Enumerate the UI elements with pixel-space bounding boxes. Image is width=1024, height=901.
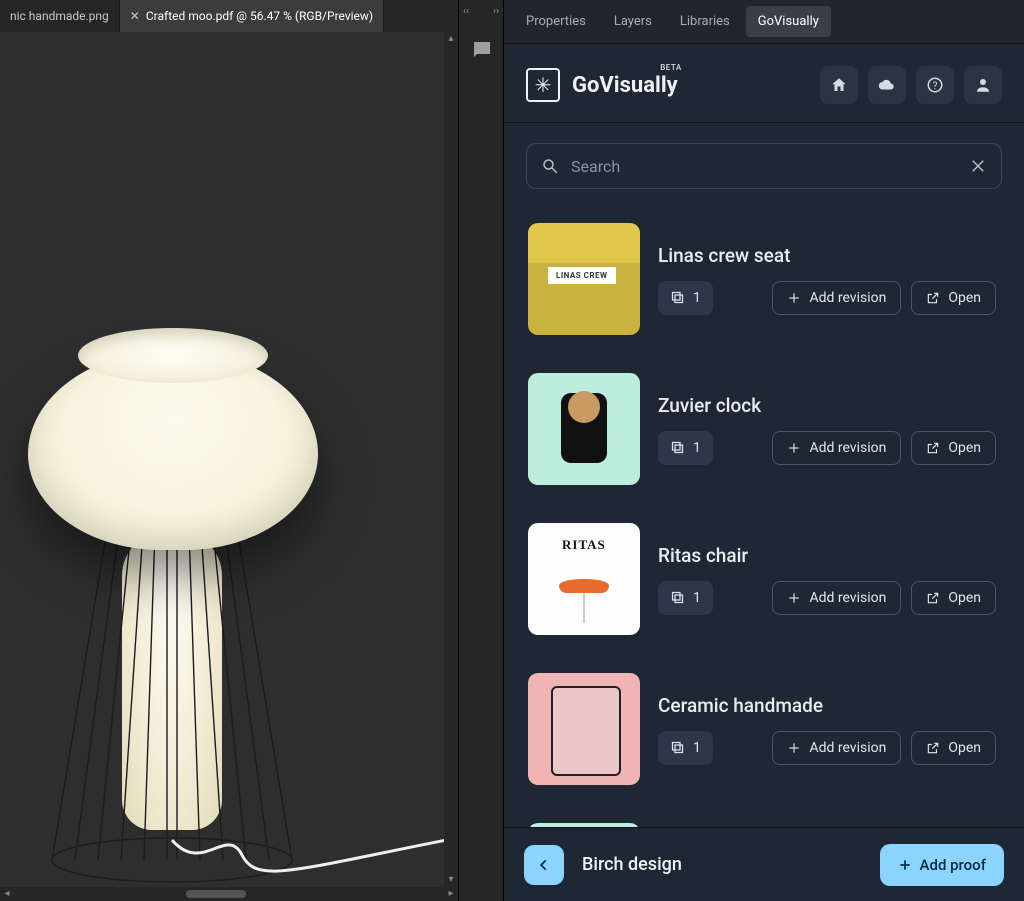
revision-count: 1 bbox=[658, 431, 713, 465]
panel-tabs: Properties Layers Libraries GoVisually bbox=[504, 0, 1024, 44]
scroll-thumb[interactable] bbox=[186, 890, 246, 898]
beta-badge: BETA bbox=[660, 63, 682, 72]
stack-icon bbox=[670, 290, 685, 305]
proof-card[interactable]: Zuvier clock 1 Add revision Open bbox=[518, 363, 1010, 495]
canvas-viewport[interactable] bbox=[0, 32, 444, 887]
govisually-panel: Properties Layers Libraries GoVisually ✳… bbox=[504, 0, 1024, 901]
plus-icon bbox=[787, 441, 801, 455]
horizontal-scrollbar[interactable]: ◂ ▸ bbox=[0, 887, 458, 901]
tab-properties[interactable]: Properties bbox=[514, 6, 598, 37]
proof-card[interactable]: Linas crew seat 1 Add revision bbox=[518, 213, 1010, 345]
help-icon: ? bbox=[926, 76, 944, 94]
back-button[interactable] bbox=[524, 845, 564, 885]
add-revision-button[interactable]: Add revision bbox=[772, 431, 901, 465]
open-external-icon bbox=[926, 741, 940, 755]
proof-thumbnail bbox=[528, 373, 640, 485]
open-button[interactable]: Open bbox=[911, 281, 996, 315]
proof-card[interactable]: Ceramic handmade 1 Add revision Open bbox=[518, 663, 1010, 795]
proof-title: Linas crew seat bbox=[658, 244, 996, 267]
add-revision-button[interactable]: Add revision bbox=[772, 581, 901, 615]
search-field[interactable] bbox=[526, 143, 1002, 189]
vertical-scrollbar[interactable]: ▴ ▾ bbox=[444, 32, 458, 887]
document-tab[interactable]: nic handmade.png bbox=[0, 0, 120, 32]
search-icon bbox=[541, 157, 559, 175]
brand: ✳ GoVisually BETA bbox=[526, 68, 678, 102]
svg-text:?: ? bbox=[933, 81, 938, 92]
revision-count: 1 bbox=[658, 281, 713, 315]
stack-icon bbox=[670, 740, 685, 755]
chevron-left-icon bbox=[537, 858, 551, 872]
search-input[interactable] bbox=[571, 157, 957, 176]
clear-icon[interactable] bbox=[969, 157, 987, 175]
proof-card[interactable]: Ritas chair 1 Add revision Open bbox=[518, 513, 1010, 645]
artwork-lamp bbox=[2, 180, 422, 800]
open-button[interactable]: Open bbox=[911, 581, 996, 615]
add-revision-button[interactable]: Add revision bbox=[772, 281, 901, 315]
cloud-button[interactable] bbox=[868, 66, 906, 104]
open-external-icon bbox=[926, 441, 940, 455]
chevron-left-icon[interactable]: ◂ bbox=[0, 887, 14, 901]
account-button[interactable] bbox=[964, 66, 1002, 104]
plus-icon bbox=[787, 741, 801, 755]
lamp-cage-icon bbox=[47, 510, 297, 870]
tab-govisually[interactable]: GoVisually bbox=[746, 6, 831, 37]
brand-logo-icon: ✳ bbox=[526, 68, 560, 102]
plus-icon bbox=[898, 858, 912, 872]
add-proof-button[interactable]: Add proof bbox=[880, 844, 1004, 886]
proof-card[interactable] bbox=[518, 813, 1010, 827]
add-revision-button[interactable]: Add revision bbox=[772, 731, 901, 765]
tab-libraries[interactable]: Libraries bbox=[668, 6, 742, 37]
revision-count: 1 bbox=[658, 731, 713, 765]
chevron-right-icon[interactable]: ▸ bbox=[444, 887, 458, 901]
open-button[interactable]: Open bbox=[911, 731, 996, 765]
proof-title: Ceramic handmade bbox=[658, 694, 996, 717]
help-button[interactable]: ? bbox=[916, 66, 954, 104]
document-tab-label: Crafted moo.pdf @ 56.47 % (RGB/Preview) bbox=[146, 9, 373, 23]
open-external-icon bbox=[926, 591, 940, 605]
stack-icon bbox=[670, 440, 685, 455]
proof-title: Zuvier clock bbox=[658, 394, 996, 417]
plus-icon bbox=[787, 291, 801, 305]
home-button[interactable] bbox=[820, 66, 858, 104]
comment-icon[interactable] bbox=[470, 38, 494, 62]
proof-title: Ritas chair bbox=[658, 544, 996, 567]
proof-thumbnail bbox=[528, 673, 640, 785]
revision-count: 1 bbox=[658, 581, 713, 615]
panel-footer: Birch design Add proof bbox=[504, 827, 1024, 901]
collapse-right-icon[interactable]: ›› bbox=[493, 6, 499, 17]
stack-icon bbox=[670, 590, 685, 605]
document-tab[interactable]: ✕ Crafted moo.pdf @ 56.47 % (RGB/Preview… bbox=[120, 0, 384, 32]
editor-pane: nic handmade.png ✕ Crafted moo.pdf @ 56.… bbox=[0, 0, 458, 901]
lamp-cord-icon bbox=[172, 820, 444, 888]
document-tab-label: nic handmade.png bbox=[10, 9, 109, 23]
proof-thumbnail bbox=[528, 523, 640, 635]
proof-thumbnail bbox=[528, 223, 640, 335]
plus-icon bbox=[787, 591, 801, 605]
brand-name: GoVisually bbox=[572, 73, 678, 98]
open-button[interactable]: Open bbox=[911, 431, 996, 465]
chevron-up-icon[interactable]: ▴ bbox=[444, 32, 458, 46]
tab-layers[interactable]: Layers bbox=[602, 6, 664, 37]
user-icon bbox=[974, 76, 992, 94]
collapse-left-icon[interactable]: ‹‹ bbox=[463, 6, 469, 17]
close-icon[interactable]: ✕ bbox=[130, 9, 140, 23]
document-tabs: nic handmade.png ✕ Crafted moo.pdf @ 56.… bbox=[0, 0, 458, 32]
project-title: Birch design bbox=[582, 854, 682, 875]
open-external-icon bbox=[926, 291, 940, 305]
chevron-down-icon[interactable]: ▾ bbox=[444, 873, 458, 887]
proof-list: Linas crew seat 1 Add revision bbox=[504, 213, 1024, 827]
panel-gutter: ‹‹ ›› bbox=[458, 0, 504, 901]
home-icon bbox=[830, 76, 848, 94]
cloud-icon bbox=[878, 76, 896, 94]
